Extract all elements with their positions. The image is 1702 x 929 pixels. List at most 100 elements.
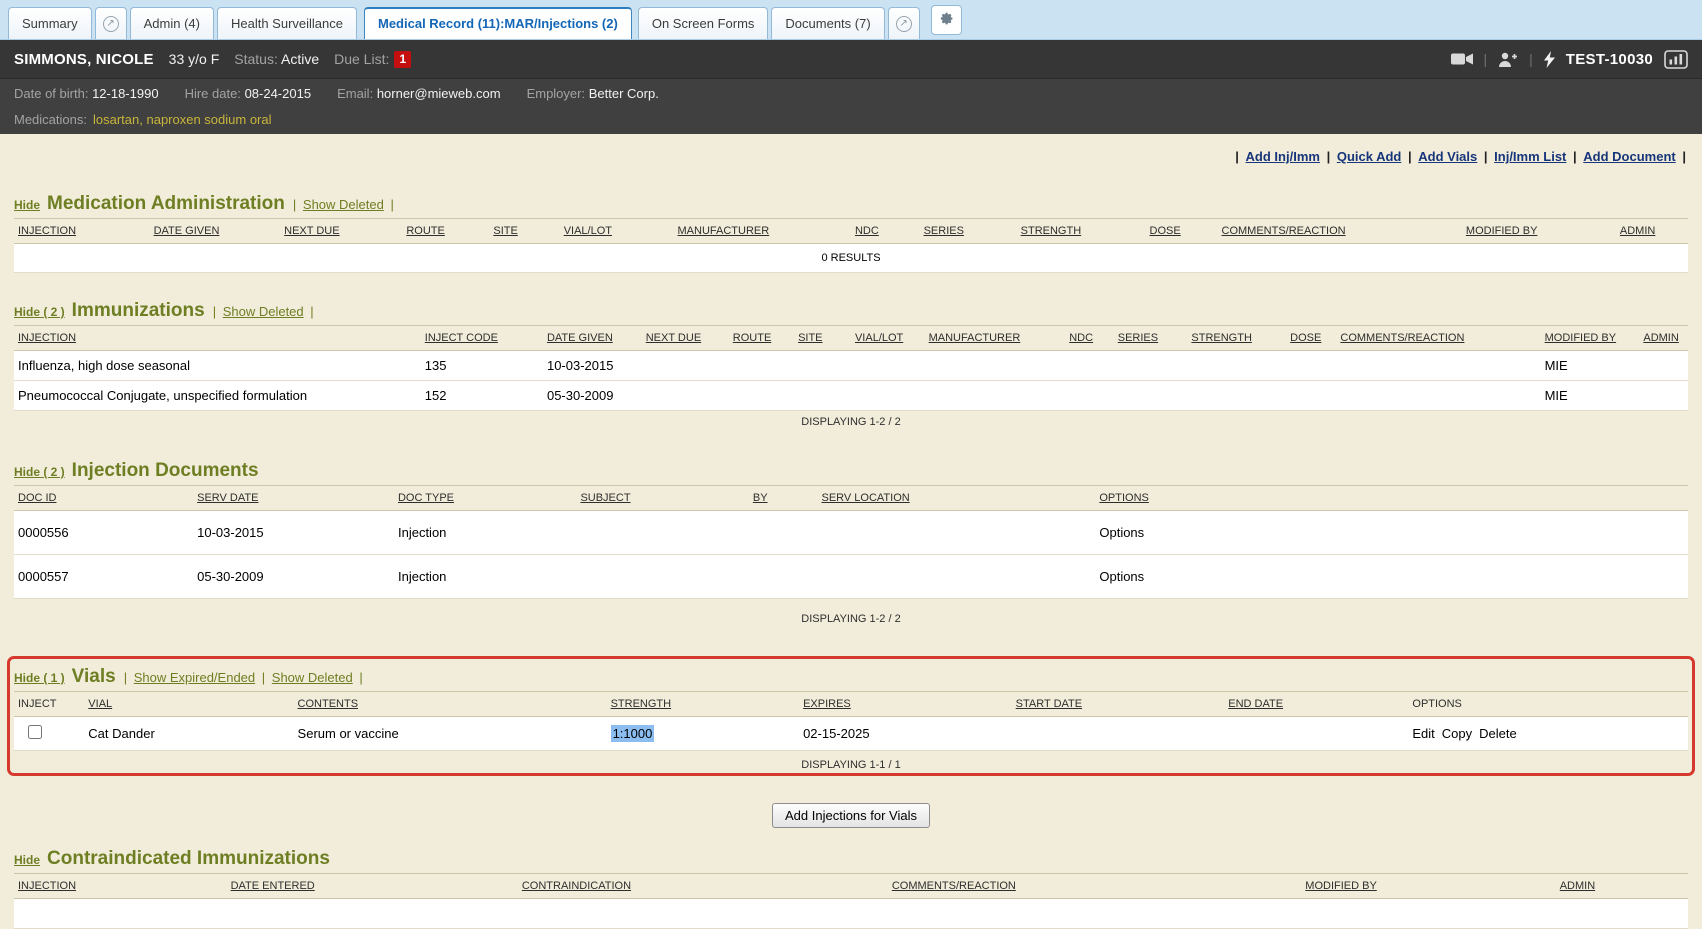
show-deleted-link[interactable]: Show Deleted [303,197,384,212]
table-row[interactable]: 0000557 05-30-2009 Injection Options [14,555,1688,599]
column-header[interactable]: DATE ENTERED [227,874,518,899]
hide-link[interactable]: Hide [14,198,40,212]
column-header[interactable]: EXPIRES [799,692,1012,717]
column-header[interactable]: COMMENTS/REACTION [1336,326,1540,351]
add-inj-imm-link[interactable]: Add Inj/Imm [1246,149,1320,164]
quick-add-link[interactable]: Quick Add [1337,149,1402,164]
column-header[interactable]: NEXT DUE [642,326,729,351]
due-list-badge[interactable]: 1 [394,51,411,68]
column-header[interactable]: VIAL [84,692,293,717]
column-header[interactable]: OPTIONS [1095,486,1688,511]
column-header[interactable]: NDC [1065,326,1114,351]
show-expired-link[interactable]: Show Expired/Ended [134,670,255,685]
hide-link[interactable]: Hide ( 1 ) [14,671,65,685]
tab-documents[interactable]: Documents (7) [771,7,884,39]
medication-link[interactable]: naproxen sodium oral [146,112,271,127]
tab-medical-record[interactable]: Medical Record (11):MAR/Injections (2) [364,7,632,39]
column-header[interactable]: DATE GIVEN [543,326,642,351]
medication-separator: , [139,112,143,127]
column-header[interactable]: STRENGTH [1017,219,1146,244]
column-header[interactable]: MANUFACTURER [925,326,1066,351]
separator: | [262,670,265,685]
tab-admin[interactable]: Admin (4) [130,7,214,39]
hide-link[interactable]: Hide [14,853,40,867]
cell [925,381,1066,411]
add-injections-for-vials-button[interactable]: Add Injections for Vials [772,803,930,828]
table-row[interactable]: Pneumococcal Conjugate, unspecified form… [14,381,1688,411]
column-header[interactable]: ADMIN [1616,219,1688,244]
add-vials-link[interactable]: Add Vials [1418,149,1477,164]
cell [576,511,748,555]
column-header[interactable]: DOSE [1146,219,1218,244]
vial-select-checkbox[interactable] [28,725,42,739]
delete-link[interactable]: Delete [1479,726,1517,741]
column-header[interactable]: COMMENTS/REACTION [1218,219,1462,244]
column-header[interactable]: MANUFACTURER [674,219,851,244]
column-header[interactable]: MODIFIED BY [1301,874,1555,899]
paging-status: DISPLAYING 1-1 / 1 [14,751,1688,780]
column-header[interactable]: ADMIN [1556,874,1688,899]
due-list[interactable]: Due List:1 [334,51,411,68]
column-header[interactable]: VIAL/LOT [560,219,674,244]
add-user-icon[interactable] [1498,52,1518,67]
column-header[interactable]: INJECTION [14,326,421,351]
column-header[interactable]: INJECTION [14,219,150,244]
tab-on-screen-forms[interactable]: On Screen Forms [638,7,769,39]
chart-icon[interactable] [1664,50,1688,69]
tab-health-surveillance[interactable]: Health Surveillance [217,7,357,39]
column-header[interactable]: CONTRAINDICATION [518,874,888,899]
popout-button[interactable]: ↗ [95,7,127,39]
column-header[interactable]: SERIES [920,219,1017,244]
column-header[interactable]: COMMENTS/REACTION [888,874,1301,899]
column-header[interactable]: CONTENTS [294,692,607,717]
column-header[interactable]: DOC ID [14,486,193,511]
hide-link[interactable]: Hide ( 2 ) [14,305,65,319]
copy-link[interactable]: Copy [1442,726,1472,741]
table-row[interactable]: Cat Dander Serum or vaccine 1:1000 02-15… [14,717,1688,751]
column-header[interactable]: SERV DATE [193,486,394,511]
popout-button[interactable]: ↗ [888,7,920,39]
cell-doc-id: 0000557 [14,555,193,599]
column-header[interactable]: NEXT DUE [280,219,402,244]
column-header[interactable]: STRENGTH [1187,326,1286,351]
tab-summary[interactable]: Summary [8,7,92,39]
column-header[interactable]: DOC TYPE [394,486,576,511]
column-header[interactable]: DATE GIVEN [150,219,281,244]
column-header[interactable]: SITE [489,219,559,244]
medication-link[interactable]: losartan [93,112,139,127]
column-header[interactable]: ROUTE [402,219,489,244]
inj-imm-list-link[interactable]: Inj/Imm List [1494,149,1566,164]
column-header[interactable]: VIAL/LOT [851,326,925,351]
add-document-link[interactable]: Add Document [1583,149,1675,164]
column-header[interactable]: BY [749,486,818,511]
main-content: | Add Inj/Imm | Quick Add | Add Vials | … [0,134,1702,929]
table-row[interactable]: 0000556 10-03-2015 Injection Options [14,511,1688,555]
edit-link[interactable]: Edit [1412,726,1434,741]
column-header[interactable]: MODIFIED BY [1541,326,1640,351]
column-header[interactable]: ADMIN [1639,326,1688,351]
column-header[interactable]: SERIES [1114,326,1188,351]
settings-button[interactable] [931,5,962,35]
column-header[interactable]: ROUTE [729,326,794,351]
column-header[interactable]: STRENGTH [607,692,800,717]
show-deleted-link[interactable]: Show Deleted [223,304,304,319]
options-link[interactable]: Options [1099,525,1144,540]
column-header[interactable]: NDC [851,219,920,244]
show-deleted-link[interactable]: Show Deleted [272,670,353,685]
column-header[interactable]: START DATE [1012,692,1225,717]
column-header[interactable]: INJECTION [14,874,227,899]
cell [925,351,1066,381]
video-camera-icon[interactable] [1451,52,1473,66]
column-header[interactable]: SUBJECT [576,486,748,511]
table-row[interactable]: Influenza, high dose seasonal 135 10-03-… [14,351,1688,381]
column-header[interactable]: END DATE [1224,692,1408,717]
lightning-bolt-icon[interactable] [1544,51,1555,68]
cell [729,381,794,411]
column-header[interactable]: SERV LOCATION [817,486,1095,511]
options-link[interactable]: Options [1099,569,1144,584]
column-header[interactable]: INJECT CODE [421,326,543,351]
hide-link[interactable]: Hide ( 2 ) [14,465,65,479]
column-header[interactable]: DOSE [1286,326,1336,351]
column-header[interactable]: SITE [794,326,851,351]
column-header[interactable]: MODIFIED BY [1462,219,1616,244]
